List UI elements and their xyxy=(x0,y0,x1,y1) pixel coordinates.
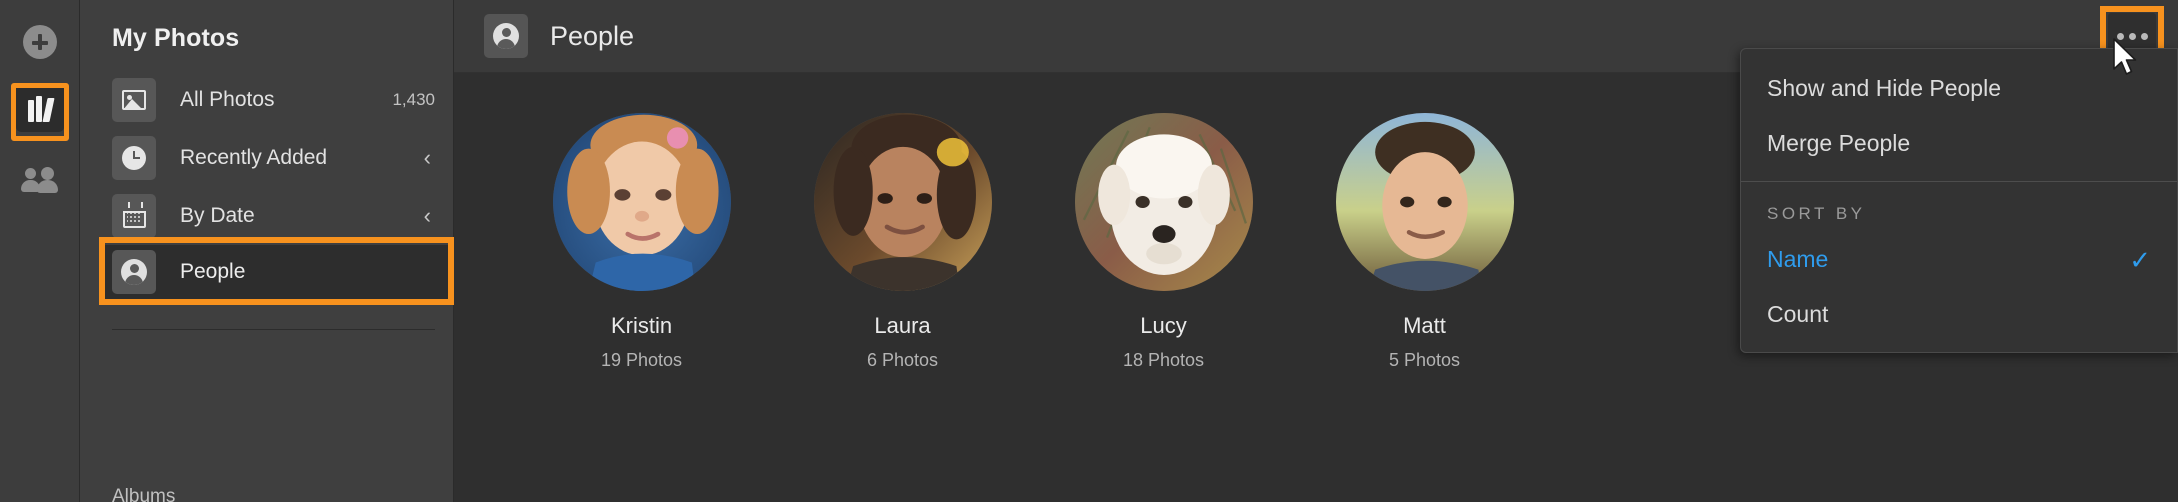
chevron-left-icon[interactable]: ‹ xyxy=(424,147,435,169)
menu-item-label: Show and Hide People xyxy=(1767,75,2001,101)
avatar xyxy=(813,113,992,291)
sidebar-item-label: By Date xyxy=(180,204,255,227)
menu-item-merge-people[interactable]: Merge People xyxy=(1741,116,2177,171)
person-card[interactable]: Matt 5 Photos xyxy=(1294,113,1555,502)
sidebar-item-people[interactable]: People xyxy=(105,245,451,299)
sidebar-item-people-wrapper: People xyxy=(80,237,454,305)
person-icon xyxy=(112,250,156,294)
menu-divider xyxy=(1741,181,2177,182)
person-photo-count: 18 Photos xyxy=(1122,350,1205,370)
rail-item-library[interactable] xyxy=(0,78,79,138)
menu-item-show-and-hide-people[interactable]: Show and Hide People xyxy=(1741,61,2177,116)
person-card[interactable]: Laura 6 Photos xyxy=(772,113,1033,502)
sidebar-item-label: All Photos xyxy=(180,88,275,111)
sidebar-item-all-photos[interactable]: All Photos 1,430 xyxy=(80,71,453,129)
menu-item-sort-name[interactable]: Name ✓ xyxy=(1741,232,2177,287)
people-group-icon xyxy=(20,167,60,193)
page-title: People xyxy=(550,20,635,51)
menu-item-label: Name xyxy=(1767,246,1829,272)
sidebar-item-by-date[interactable]: By Date ‹ xyxy=(80,187,453,245)
avatar xyxy=(552,113,731,291)
all-photos-count: 1,430 xyxy=(392,90,435,109)
person-card[interactable]: Lucy 18 Photos xyxy=(1033,113,1294,502)
person-photo-count: 6 Photos xyxy=(866,350,939,370)
sidebar-nav-list: All Photos 1,430 Recently Added ‹ By Dat… xyxy=(80,71,454,305)
avatar xyxy=(1335,113,1514,291)
person-name: Kristin xyxy=(610,313,673,338)
menu-section-sort-by: SORT BY xyxy=(1767,204,1866,223)
people-options-menu: Show and Hide People Merge People SORT B… xyxy=(1740,48,2178,353)
sidebar-item-recently-added[interactable]: Recently Added ‹ xyxy=(80,129,453,187)
clock-icon xyxy=(112,136,156,180)
menu-item-label: Count xyxy=(1767,301,1829,327)
main-content: People Kristin 19 Photos Laura 6 Photos … xyxy=(454,0,2178,502)
library-icon xyxy=(15,84,64,132)
left-rail xyxy=(0,0,80,502)
person-photo-count: 5 Photos xyxy=(1388,350,1461,370)
person-photo-count: 19 Photos xyxy=(600,350,683,370)
rail-item-people[interactable] xyxy=(0,150,79,210)
avatar xyxy=(1074,113,1253,291)
menu-item-label: Merge People xyxy=(1767,130,1911,156)
check-icon: ✓ xyxy=(2129,244,2151,275)
person-name: Lucy xyxy=(1140,313,1187,338)
person-icon xyxy=(484,14,528,58)
person-name: Laura xyxy=(874,313,931,338)
add-button[interactable] xyxy=(0,12,79,72)
sidebar: My Photos All Photos 1,430 Recently Adde… xyxy=(80,0,454,502)
person-card[interactable]: Kristin 19 Photos xyxy=(511,113,772,502)
plus-circle-icon xyxy=(22,25,57,59)
sidebar-title: My Photos xyxy=(112,24,240,52)
calendar-icon xyxy=(112,194,156,238)
chevron-left-icon[interactable]: ‹ xyxy=(424,205,435,227)
sidebar-divider xyxy=(112,329,435,330)
photo-organizer-window: My Photos All Photos 1,430 Recently Adde… xyxy=(0,0,2178,502)
sidebar-footer-label: Albums xyxy=(112,486,176,502)
person-name: Matt xyxy=(1403,313,1446,338)
sidebar-item-label: Recently Added xyxy=(180,146,328,169)
image-icon xyxy=(112,78,156,122)
sidebar-item-label: People xyxy=(180,260,246,283)
menu-item-sort-count[interactable]: Count xyxy=(1741,287,2177,342)
